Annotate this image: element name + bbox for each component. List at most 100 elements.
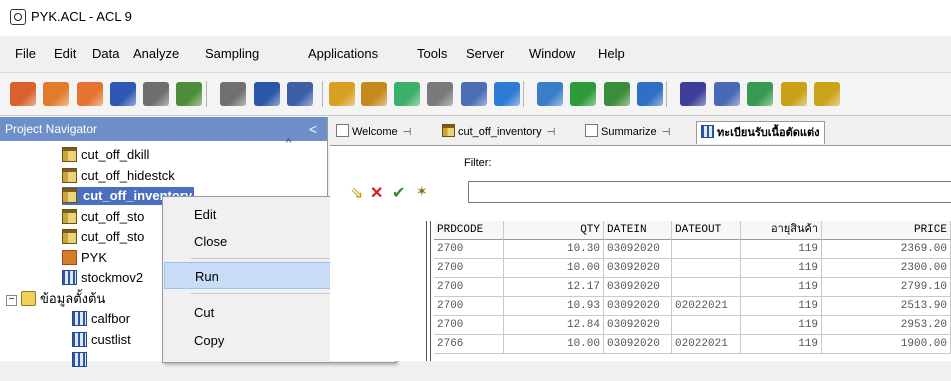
table-cell[interactable]: 2300.00 bbox=[822, 259, 951, 278]
table-cell[interactable]: 119 bbox=[741, 278, 822, 297]
text-icon[interactable] bbox=[814, 82, 840, 106]
edit-icon[interactable] bbox=[361, 82, 387, 106]
table-cell[interactable]: 1900.00 bbox=[822, 335, 951, 354]
table-cell[interactable]: 119 bbox=[741, 259, 822, 278]
table-edit-icon[interactable] bbox=[427, 82, 453, 106]
table-cell[interactable]: 03092020 bbox=[604, 297, 672, 316]
menu-tools[interactable]: Tools bbox=[417, 46, 447, 61]
table-cell[interactable]: 02022021 bbox=[672, 335, 741, 354]
menu-analyze[interactable]: Analyze bbox=[133, 46, 179, 61]
table-cell[interactable]: 10.00 bbox=[504, 335, 604, 354]
clock-icon[interactable] bbox=[604, 82, 630, 106]
table-cell[interactable] bbox=[672, 259, 741, 278]
import-icon[interactable] bbox=[77, 82, 103, 106]
table-cell[interactable]: 12.84 bbox=[504, 316, 604, 335]
table-cell[interactable]: 12.17 bbox=[504, 278, 604, 297]
column-header[interactable]: QTY bbox=[504, 221, 604, 240]
tab-active-view[interactable]: ทะเบียนรับเนื้อตัดแต่ง bbox=[696, 121, 825, 144]
table-cell[interactable]: 2369.00 bbox=[822, 240, 951, 259]
filter-history-icon[interactable]: ✶ bbox=[416, 183, 428, 200]
menu-data[interactable]: Data bbox=[92, 46, 119, 61]
table-cell[interactable] bbox=[672, 316, 741, 335]
tab-welcome[interactable]: Welcome ⊣ bbox=[336, 121, 414, 143]
tree-item[interactable]: cut_off_hidestck bbox=[62, 167, 175, 185]
column-header[interactable]: PRDCODE bbox=[434, 221, 504, 240]
table-cell[interactable]: 2513.90 bbox=[822, 297, 951, 316]
menu-sampling[interactable]: Sampling bbox=[205, 46, 259, 61]
table-cell[interactable]: 10.00 bbox=[504, 259, 604, 278]
pin-icon[interactable]: ⊣ bbox=[547, 122, 556, 144]
tree-item[interactable]: cut_off_sto bbox=[62, 208, 144, 226]
menu-file[interactable]: File bbox=[15, 46, 36, 61]
tree-item[interactable] bbox=[72, 351, 91, 369]
tree-item[interactable]: calfbor bbox=[72, 310, 130, 328]
table-cell[interactable]: 03092020 bbox=[604, 335, 672, 354]
table-cell[interactable] bbox=[672, 278, 741, 297]
edit-filter-icon[interactable]: ⇘ bbox=[350, 183, 363, 203]
table-cell[interactable]: 2700 bbox=[434, 278, 504, 297]
pin-icon[interactable]: ⊣ bbox=[403, 122, 412, 144]
menu-window[interactable]: Window bbox=[529, 46, 575, 61]
column-header[interactable]: DATEIN bbox=[604, 221, 672, 240]
table-cell[interactable]: 03092020 bbox=[604, 259, 672, 278]
table-cell[interactable]: 2700 bbox=[434, 259, 504, 278]
refresh-icon[interactable] bbox=[220, 82, 246, 106]
table-cell[interactable]: 119 bbox=[741, 240, 822, 259]
back-icon[interactable] bbox=[287, 82, 313, 106]
print-icon[interactable] bbox=[143, 82, 169, 106]
numbers-icon[interactable] bbox=[781, 82, 807, 106]
menu-server[interactable]: Server bbox=[466, 46, 504, 61]
new-project-icon[interactable] bbox=[43, 82, 69, 106]
scroll-up-icon[interactable]: ^ bbox=[286, 137, 291, 149]
pin-icon[interactable]: ⊣ bbox=[662, 122, 671, 144]
remove-filter-icon[interactable]: ✕ bbox=[370, 183, 383, 203]
table-cell[interactable]: 10.93 bbox=[504, 297, 604, 316]
menu-applications[interactable]: Applications bbox=[308, 46, 378, 61]
table-cell[interactable]: 03092020 bbox=[604, 278, 672, 297]
table-cell[interactable]: 03092020 bbox=[604, 240, 672, 259]
hierarchy-icon[interactable] bbox=[680, 82, 706, 106]
save-icon[interactable] bbox=[110, 82, 136, 106]
user-icon[interactable] bbox=[176, 82, 202, 106]
filter-input[interactable] bbox=[468, 181, 951, 203]
tab-summarize[interactable]: Summarize ⊣ bbox=[585, 121, 673, 143]
table-cell[interactable]: 119 bbox=[741, 335, 822, 354]
tree-item[interactable]: PYK bbox=[62, 249, 107, 267]
table-cell[interactable]: 2953.20 bbox=[822, 316, 951, 335]
sort-icon[interactable] bbox=[494, 82, 520, 106]
join-icon[interactable] bbox=[747, 82, 773, 106]
table-cell[interactable]: 2766 bbox=[434, 335, 504, 354]
collapse-tree-icon[interactable]: − bbox=[6, 294, 17, 306]
table-cell[interactable]: 10.30 bbox=[504, 240, 604, 259]
table-cell[interactable]: 2799.10 bbox=[822, 278, 951, 297]
column-header[interactable]: DATEOUT bbox=[672, 221, 741, 240]
columns-icon[interactable] bbox=[714, 82, 740, 106]
tree-item[interactable]: stockmov2 bbox=[62, 269, 143, 287]
apply-filter-icon[interactable]: ✔ bbox=[392, 183, 405, 203]
open-project-icon[interactable] bbox=[10, 82, 36, 106]
menu-help[interactable]: Help bbox=[598, 46, 625, 61]
collapse-icon[interactable]: < bbox=[309, 117, 317, 141]
tree-item[interactable]: custlist bbox=[72, 331, 131, 349]
tree-item[interactable]: cut_off_sto bbox=[62, 228, 144, 246]
beaker-icon[interactable] bbox=[537, 82, 563, 106]
table-cell[interactable]: 119 bbox=[741, 316, 822, 335]
percent-icon[interactable] bbox=[637, 82, 663, 106]
document-icon[interactable] bbox=[329, 82, 355, 106]
column-header[interactable]: PRICE bbox=[822, 221, 951, 240]
table-cell[interactable]: 02022021 bbox=[672, 297, 741, 316]
table-cell[interactable]: 03092020 bbox=[604, 316, 672, 335]
tab-cut-off-inventory[interactable]: cut_off_inventory ⊣ bbox=[442, 121, 558, 143]
table-cell[interactable]: 2700 bbox=[434, 297, 504, 316]
tree-item[interactable]: cut_off_dkill bbox=[62, 146, 149, 164]
table-view-icon[interactable] bbox=[254, 82, 280, 106]
table-delete-icon[interactable] bbox=[461, 82, 487, 106]
table-cell[interactable]: 2700 bbox=[434, 316, 504, 335]
table-cell[interactable]: 2700 bbox=[434, 240, 504, 259]
table-cell[interactable]: 119 bbox=[741, 297, 822, 316]
chart-icon[interactable] bbox=[570, 82, 596, 106]
table-add-icon[interactable] bbox=[394, 82, 420, 106]
menu-edit[interactable]: Edit bbox=[54, 46, 76, 61]
table-cell[interactable] bbox=[672, 240, 741, 259]
tree-item[interactable]: − ข้อมูลตั้งต้น bbox=[6, 290, 105, 308]
